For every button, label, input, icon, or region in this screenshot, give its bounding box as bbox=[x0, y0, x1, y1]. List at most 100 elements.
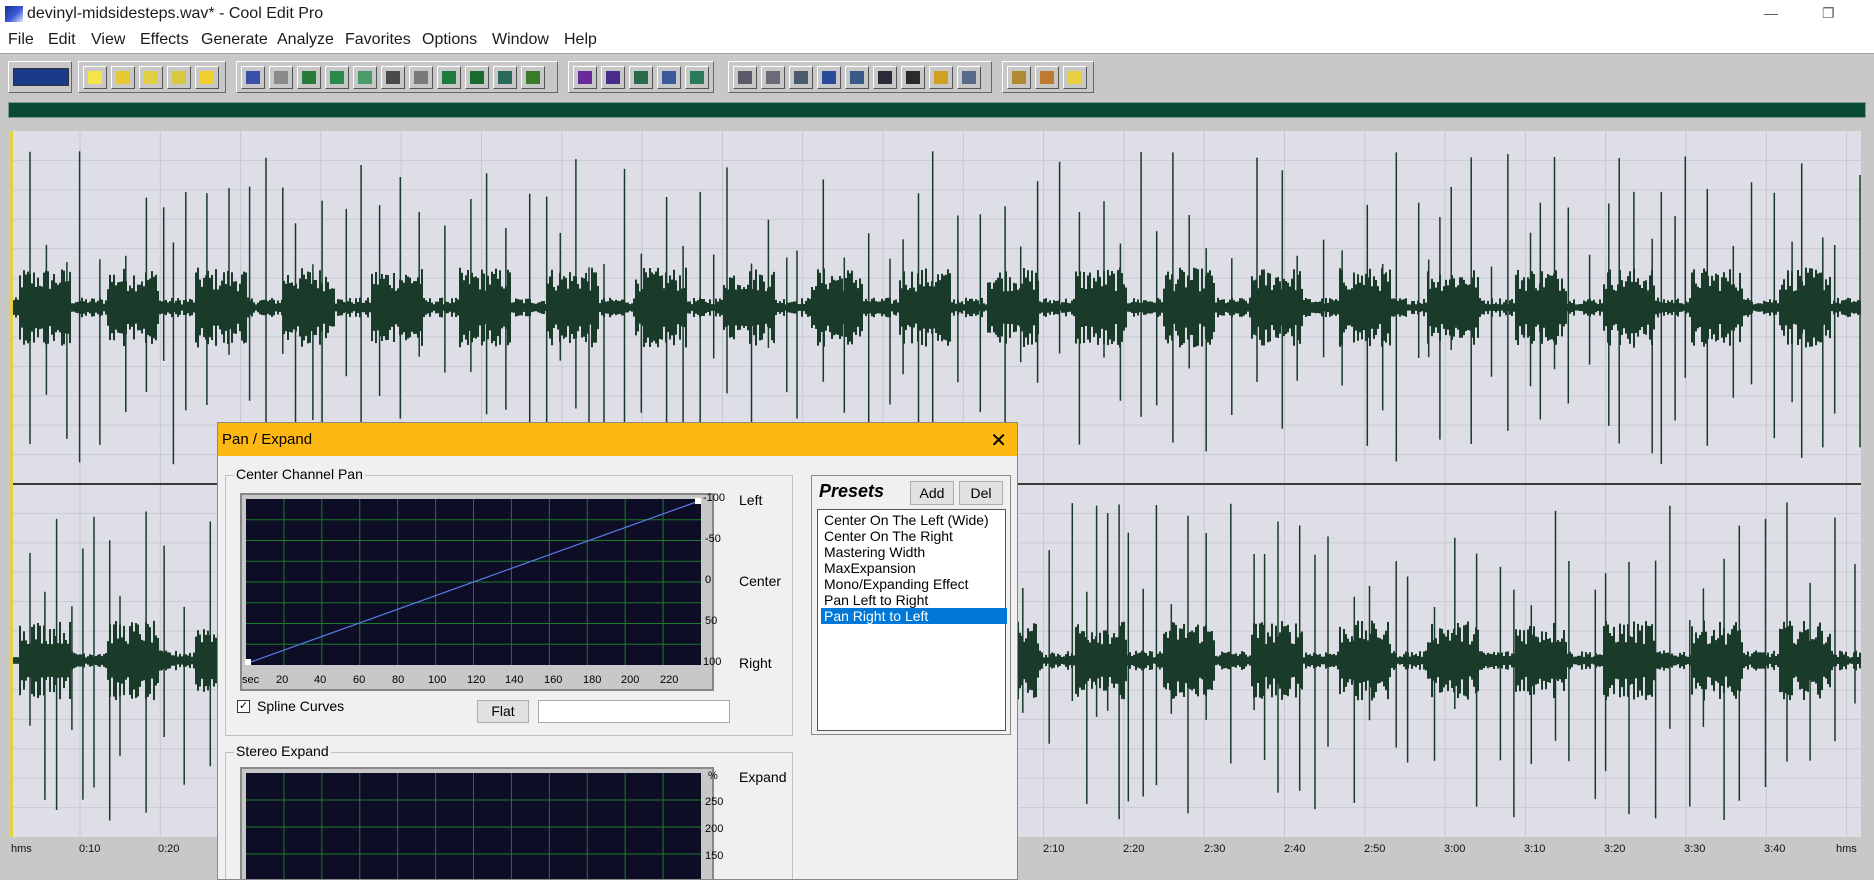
scripts-button[interactable] bbox=[1035, 66, 1059, 89]
pan-center-label: Center bbox=[739, 573, 782, 589]
grid-view-button[interactable] bbox=[685, 66, 709, 89]
preset-item[interactable]: Center On The Left (Wide) bbox=[821, 512, 992, 528]
add-preset-button[interactable]: Add bbox=[910, 481, 954, 505]
save-button[interactable] bbox=[139, 66, 163, 89]
pan-x-tick: 100 bbox=[428, 674, 447, 686]
pan-y-tick: 0 bbox=[705, 574, 712, 586]
zoom-button[interactable] bbox=[845, 66, 869, 89]
minimize-icon[interactable]: — bbox=[1764, 5, 1778, 21]
open-file-button[interactable] bbox=[111, 66, 135, 89]
paste-new-button[interactable] bbox=[437, 66, 461, 89]
menu-favorites[interactable]: Favorites bbox=[345, 31, 411, 49]
status-bar-button[interactable] bbox=[957, 66, 981, 89]
stereo-expand-graph[interactable] bbox=[242, 769, 712, 880]
save-as-button[interactable] bbox=[167, 66, 191, 89]
title-bar: devinyl-midsidesteps.wav* - Cool Edit Pr… bbox=[0, 0, 1874, 29]
preset-item[interactable]: MaxExpansion bbox=[821, 560, 919, 576]
timeline-tick: 3:20 bbox=[1604, 843, 1626, 855]
help-button[interactable] bbox=[1063, 66, 1087, 89]
mix-paste-button[interactable] bbox=[465, 66, 489, 89]
timeline-unit-left: hms bbox=[11, 843, 32, 855]
dialog-title-bar[interactable]: Pan / Expand ✕ bbox=[218, 423, 1017, 456]
overview-range-bar[interactable] bbox=[8, 102, 1866, 118]
cue-list-button[interactable] bbox=[629, 66, 653, 89]
delete-preset-button[interactable]: Del bbox=[959, 481, 1003, 505]
expand-y-tick: 250 bbox=[705, 796, 724, 808]
preset-item[interactable]: Pan Left to Right bbox=[821, 592, 931, 608]
preset-item[interactable]: Mono/Expanding Effect bbox=[821, 576, 972, 592]
pan-x-tick: 40 bbox=[314, 674, 327, 686]
play-list-button[interactable] bbox=[657, 66, 681, 89]
stereo-expand-graph-frame bbox=[240, 767, 714, 880]
pan-y-tick: 50 bbox=[705, 615, 718, 627]
preset-item-selected[interactable]: Pan Right to Left bbox=[821, 608, 1007, 624]
redo-button[interactable] bbox=[269, 66, 293, 89]
find-beats-button[interactable] bbox=[521, 66, 545, 89]
timeline-tick: 3:00 bbox=[1444, 843, 1466, 855]
menu-analyze[interactable]: Analyze bbox=[277, 31, 334, 49]
pan-y-tick: -100 bbox=[703, 492, 726, 504]
info-window-button[interactable] bbox=[761, 66, 785, 89]
preset-item[interactable]: Center On The Right bbox=[821, 528, 956, 544]
pan-right-label: Right bbox=[739, 655, 772, 671]
toolbar-group-help bbox=[1002, 61, 1094, 93]
timeline-tick: 2:30 bbox=[1204, 843, 1226, 855]
time-display-button[interactable] bbox=[873, 66, 897, 89]
presets-list[interactable]: Center On The Left (Wide) Center On The … bbox=[817, 509, 1007, 731]
toolbar-group-edit bbox=[236, 61, 558, 93]
menu-bar: File Edit View Effects Generate Analyze … bbox=[0, 29, 1874, 53]
toolbar-group-file bbox=[78, 61, 226, 93]
pan-x-unit: sec bbox=[242, 674, 260, 686]
timeline-unit-right: hms bbox=[1836, 843, 1857, 855]
menu-edit[interactable]: Edit bbox=[48, 31, 76, 49]
menu-file[interactable]: File bbox=[8, 31, 34, 49]
pan-x-tick: 120 bbox=[467, 674, 486, 686]
menu-options[interactable]: Options bbox=[422, 31, 477, 49]
flat-button[interactable]: Flat bbox=[477, 700, 529, 723]
window-tile-button[interactable] bbox=[733, 66, 757, 89]
timeline-tick: 3:40 bbox=[1764, 843, 1786, 855]
repeat-button[interactable] bbox=[297, 66, 321, 89]
menu-view[interactable]: View bbox=[91, 31, 125, 49]
preset-item[interactable]: Mastering Width bbox=[821, 544, 928, 560]
stereo-expand-group-title: Stereo Expand bbox=[234, 743, 331, 759]
spectral-view-button[interactable] bbox=[573, 66, 597, 89]
menu-help[interactable]: Help bbox=[564, 31, 597, 49]
spline-curves-checkbox[interactable]: ✓ bbox=[237, 700, 250, 713]
close-icon[interactable]: ✕ bbox=[990, 428, 1007, 453]
window-title: devinyl-midsidesteps.wav* - Cool Edit Pr… bbox=[27, 5, 324, 22]
meters-button[interactable] bbox=[929, 66, 953, 89]
center-pan-graph[interactable] bbox=[242, 495, 712, 689]
presets-title: Presets bbox=[819, 481, 885, 501]
toolbar-group-view bbox=[568, 61, 714, 93]
cut-button[interactable] bbox=[381, 66, 405, 89]
pan-expand-dialog: Pan / Expand ✕ Center Channel Pan -100 -… bbox=[217, 422, 1018, 880]
timeline-tick: 3:30 bbox=[1684, 843, 1706, 855]
multitrack-toggle-button[interactable] bbox=[8, 61, 72, 93]
center-pan-group-title: Center Channel Pan bbox=[234, 466, 365, 482]
pan-x-tick: 20 bbox=[276, 674, 289, 686]
pan-x-tick: 60 bbox=[353, 674, 366, 686]
settings-button[interactable] bbox=[1007, 66, 1031, 89]
undo-button[interactable] bbox=[241, 66, 265, 89]
timeline-tick: 2:20 bbox=[1123, 843, 1145, 855]
restore-icon[interactable]: ❐ bbox=[1822, 5, 1835, 22]
timeline-tick: 2:10 bbox=[1043, 843, 1065, 855]
waveform-view-button[interactable] bbox=[601, 66, 625, 89]
menu-generate[interactable]: Generate bbox=[201, 31, 268, 49]
levels-button[interactable] bbox=[901, 66, 925, 89]
paste-button[interactable] bbox=[409, 66, 433, 89]
copy-button[interactable] bbox=[325, 66, 349, 89]
properties-button[interactable] bbox=[789, 66, 813, 89]
timeline-tick: 3:10 bbox=[1524, 843, 1546, 855]
menu-window[interactable]: Window bbox=[492, 31, 549, 49]
copy-new-button[interactable] bbox=[353, 66, 377, 89]
close-file-button[interactable] bbox=[195, 66, 219, 89]
transport-button[interactable] bbox=[817, 66, 841, 89]
trim-button[interactable] bbox=[493, 66, 517, 89]
center-pan-graph-frame bbox=[240, 493, 714, 691]
pan-value-field[interactable] bbox=[538, 700, 730, 723]
timeline-tick: 2:40 bbox=[1284, 843, 1306, 855]
menu-effects[interactable]: Effects bbox=[140, 31, 189, 49]
new-file-button[interactable] bbox=[83, 66, 107, 89]
